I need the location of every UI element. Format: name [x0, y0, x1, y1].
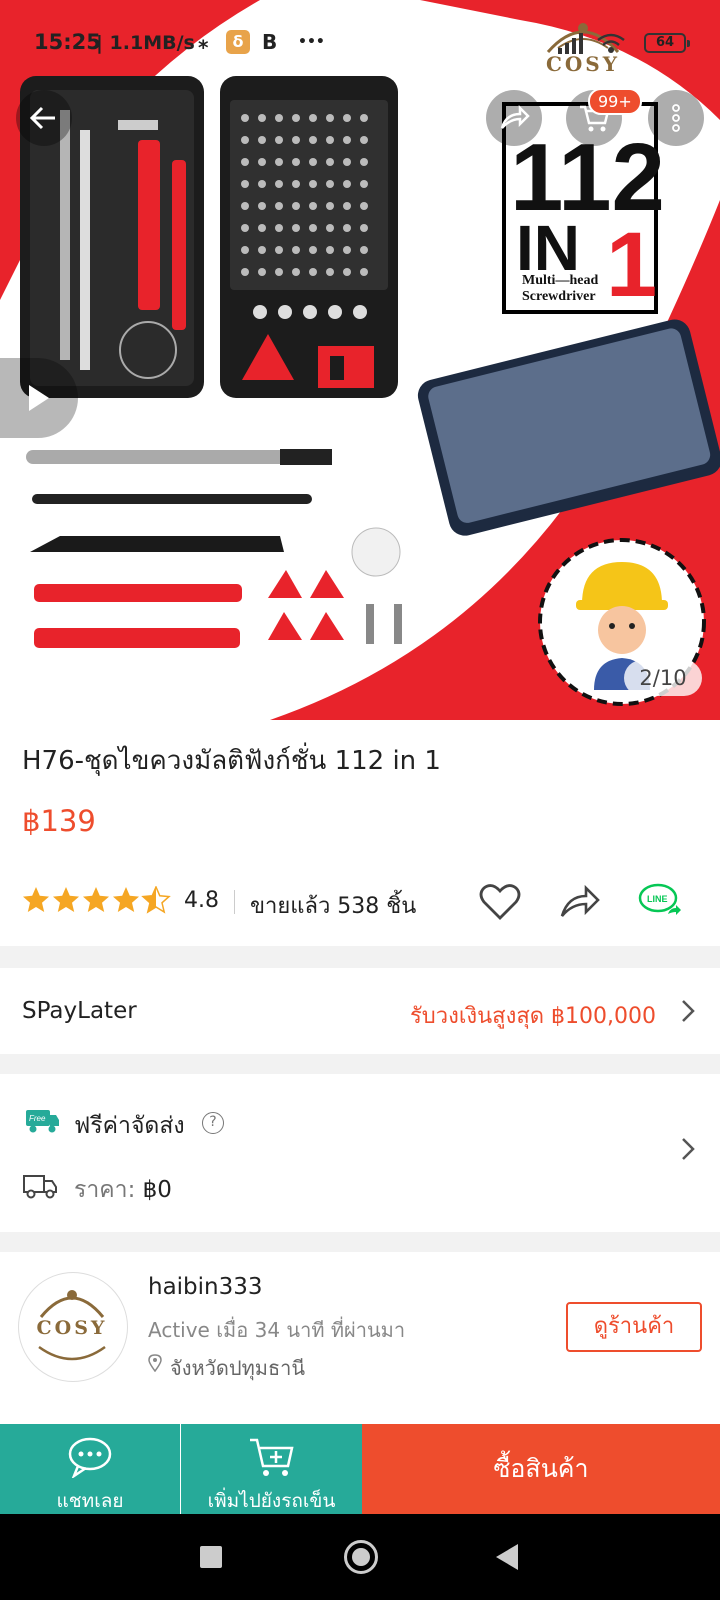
half-star-icon — [142, 886, 170, 913]
shop-active-status: Active เมื่อ 34 นาที ที่ผ่านมา — [148, 1318, 406, 1342]
shipping-price: ราคา: ฿0 — [74, 1172, 172, 1208]
chat-now-label: แชทเลย — [56, 1490, 124, 1512]
shop-avatar-text: COSY — [36, 1317, 108, 1339]
svg-text:Screwdriver: Screwdriver — [522, 289, 596, 304]
system-back-icon[interactable] — [496, 1544, 518, 1570]
shipping-row[interactable]: Free ฟรีค่าจัดส่ง ? ราคา: ฿0 — [0, 1074, 720, 1232]
more-options-button[interactable] — [648, 90, 704, 146]
recent-apps-icon[interactable] — [200, 1546, 222, 1568]
share-button[interactable] — [486, 90, 542, 146]
crown-ornament-icon — [39, 1290, 105, 1318]
rating-row: 4.8 ขายแล้ว 538 ชิ้น LINE — [22, 882, 702, 922]
rating-value: 4.8 — [184, 888, 219, 913]
image-counter: 2/10 — [624, 660, 702, 696]
add-to-cart-icon — [249, 1438, 294, 1476]
system-navigation-bar — [0, 1514, 720, 1600]
spaylater-label: SPayLater — [22, 998, 137, 1024]
location-pin-icon — [148, 1354, 162, 1372]
section-divider — [0, 1232, 720, 1252]
more-notifications-icon: ••• — [298, 34, 325, 50]
spaylater-credit-limit: รับวงเงินสูงสุด ฿100,000 — [409, 1004, 656, 1029]
shipping-price-label: ราคา: — [74, 1177, 143, 1203]
shop-avatar[interactable]: COSY — [18, 1272, 128, 1382]
section-divider — [0, 946, 720, 968]
help-icon[interactable]: ? — [202, 1112, 224, 1134]
b-notification-icon: B — [262, 30, 278, 54]
star-icon — [53, 887, 79, 912]
heart-icon[interactable] — [478, 882, 522, 922]
status-bar: 15:25 | 1.1MB/s ⁎ δ B ••• 64 — [0, 0, 720, 86]
share-icon[interactable] — [558, 882, 602, 922]
chat-now-button[interactable]: แชทเลย — [0, 1424, 180, 1514]
chevron-right-icon — [682, 1138, 695, 1160]
play-video-button[interactable] — [0, 358, 78, 438]
section-divider — [0, 1054, 720, 1074]
spaylater-row[interactable]: SPayLater รับวงเงินสูงสุด ฿100,000 — [0, 968, 720, 1054]
line-share-icon[interactable]: LINE — [638, 882, 682, 922]
free-badge-text: Free — [29, 1114, 46, 1123]
home-icon[interactable] — [344, 1540, 378, 1574]
star-icon — [83, 887, 109, 912]
shipping-price-value: ฿0 — [142, 1177, 172, 1203]
product-image-carousel[interactable]: 112 IN 1 Multi—head Screwdriver 15:25 | … — [0, 0, 720, 720]
back-button[interactable] — [16, 90, 72, 146]
shop-info-row: COSY haibin333 Active เมื่อ 34 นาที ที่ผ… — [0, 1252, 720, 1402]
play-icon — [29, 385, 49, 411]
shop-location: จังหวัดปทุมธานี — [170, 1356, 306, 1380]
divider — [234, 890, 235, 914]
share-icon — [500, 104, 530, 129]
wifi-icon — [597, 33, 625, 53]
free-shipping-truck-icon: Free — [26, 1110, 59, 1133]
status-network-speed: | 1.1MB/s — [96, 32, 195, 54]
view-shop-button[interactable]: ดูร้านค้า — [566, 1302, 702, 1352]
add-to-cart-button[interactable]: เพิ่มไปยังรถเข็น — [181, 1424, 362, 1514]
battery-icon: 64 — [644, 33, 690, 53]
app-notification-icon: δ — [226, 30, 250, 54]
star-icon — [113, 887, 139, 912]
ornament-bottom-icon — [38, 1345, 106, 1361]
product-title: H76-ชุดไขควงมัลติฟังก์ชั่น 112 in 1 — [22, 746, 441, 776]
svg-text:Multi—head: Multi—head — [522, 273, 598, 288]
truck-icon — [23, 1175, 57, 1199]
free-shipping-label: ฟรีค่าจัดส่ง — [74, 1113, 185, 1139]
chevron-right-icon — [682, 1000, 695, 1022]
back-arrow-icon — [29, 106, 55, 130]
bottom-action-bar: แชทเลย เพิ่มไปยังรถเข็น ซื้อสินค้า — [0, 1424, 720, 1514]
svg-text:LINE: LINE — [647, 894, 668, 904]
cart-count-badge: 99+ — [588, 88, 642, 115]
more-vertical-icon — [672, 104, 680, 132]
svg-text:1: 1 — [606, 214, 657, 316]
cellular-signal-icon — [558, 33, 583, 54]
buy-now-button[interactable]: ซื้อสินค้า — [362, 1424, 720, 1514]
rating-stars — [23, 886, 170, 913]
star-icon — [23, 887, 49, 912]
status-time: 15:25 — [34, 30, 101, 54]
shop-name[interactable]: haibin333 — [148, 1274, 263, 1300]
add-to-cart-label: เพิ่มไปยังรถเข็น — [207, 1490, 336, 1512]
chat-icon — [68, 1437, 112, 1478]
sold-count: ขายแล้ว 538 ชิ้น — [250, 894, 417, 919]
product-price: ฿139 — [22, 804, 96, 838]
signal-notification-icon: ⁎ — [198, 30, 209, 54]
